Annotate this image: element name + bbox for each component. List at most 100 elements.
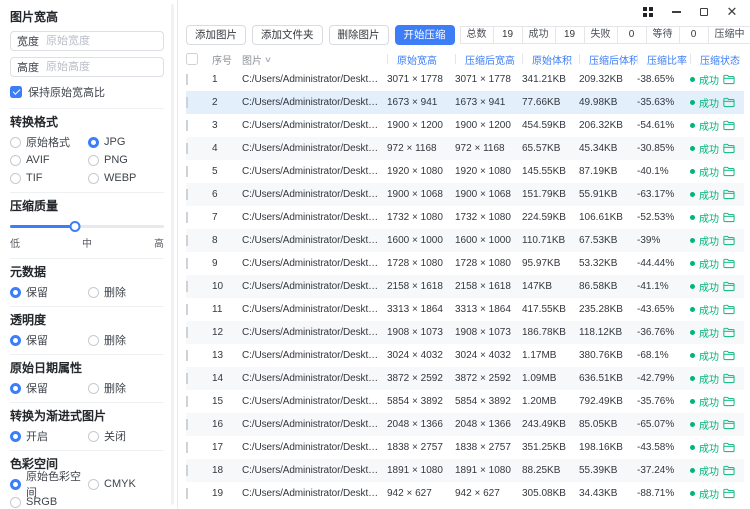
radio-icon[interactable] bbox=[88, 155, 99, 166]
minimize-button[interactable] bbox=[662, 1, 690, 23]
table-row[interactable]: 3C:/Users/Administrator/Desktop/Ashampo.… bbox=[186, 114, 744, 137]
radio-option[interactable]: JPG bbox=[88, 136, 164, 148]
open-folder-icon[interactable] bbox=[723, 327, 735, 338]
row-checkbox[interactable] bbox=[186, 419, 188, 430]
radio-icon[interactable] bbox=[10, 335, 21, 346]
row-checkbox[interactable] bbox=[186, 235, 188, 246]
table-row[interactable]: 5C:/Users/Administrator/Desktop/Ashampo.… bbox=[186, 160, 744, 183]
radio-icon[interactable] bbox=[10, 383, 21, 394]
row-checkbox[interactable] bbox=[186, 74, 188, 85]
radio-option[interactable]: AVIF bbox=[10, 154, 88, 166]
radio-icon[interactable] bbox=[88, 431, 99, 442]
row-checkbox[interactable] bbox=[186, 350, 188, 361]
table-row[interactable]: 12C:/Users/Administrator/Desktop/Ashampo… bbox=[186, 321, 744, 344]
header-ratio[interactable]: 压缩比率 bbox=[637, 52, 690, 67]
width-input[interactable] bbox=[46, 35, 157, 47]
table-row[interactable]: 9C:/Users/Administrator/Desktop/Ashampo.… bbox=[186, 252, 744, 275]
table-row[interactable]: 6C:/Users/Administrator/Desktop/Ashampo.… bbox=[186, 183, 744, 206]
add-folder-button[interactable]: 添加文件夹 bbox=[252, 25, 323, 45]
radio-option[interactable]: 原始色彩空间 bbox=[10, 478, 88, 490]
add-images-button[interactable]: 添加图片 bbox=[186, 25, 246, 45]
table-row[interactable]: 16C:/Users/Administrator/Desktop/Ashampo… bbox=[186, 413, 744, 436]
open-folder-icon[interactable] bbox=[723, 373, 735, 384]
radio-option[interactable]: 原始格式 bbox=[10, 136, 88, 148]
radio-option[interactable]: CMYK bbox=[88, 478, 164, 490]
table-row[interactable]: 14C:/Users/Administrator/Desktop/Ashampo… bbox=[186, 367, 744, 390]
open-folder-icon[interactable] bbox=[723, 419, 735, 430]
row-checkbox[interactable] bbox=[186, 212, 188, 223]
keep-ratio-checkbox[interactable]: 保持原始宽高比 bbox=[10, 84, 164, 100]
header-image[interactable]: 图片 ∨ bbox=[242, 52, 387, 67]
radio-icon[interactable] bbox=[10, 431, 21, 442]
apps-grid-button[interactable] bbox=[634, 1, 662, 23]
table-row[interactable]: 15C:/Users/Administrator/Desktop/Ashampo… bbox=[186, 390, 744, 413]
radio-icon[interactable] bbox=[88, 335, 99, 346]
table-row[interactable]: 18C:/Users/Administrator/Desktop/Ashampo… bbox=[186, 459, 744, 482]
table-row[interactable]: 19C:/Users/Administrator/Desktop/Ashampo… bbox=[186, 482, 744, 505]
open-folder-icon[interactable] bbox=[723, 166, 735, 177]
open-folder-icon[interactable] bbox=[723, 258, 735, 269]
row-checkbox[interactable] bbox=[186, 488, 188, 499]
radio-option[interactable]: 删除 bbox=[88, 286, 164, 298]
table-row[interactable]: 17C:/Users/Administrator/Desktop/Ashampo… bbox=[186, 436, 744, 459]
radio-icon[interactable] bbox=[88, 137, 99, 148]
quality-slider[interactable] bbox=[10, 220, 164, 232]
open-folder-icon[interactable] bbox=[723, 143, 735, 154]
radio-option[interactable]: 删除 bbox=[88, 382, 164, 394]
table-row[interactable]: 13C:/Users/Administrator/Desktop/Ashampo… bbox=[186, 344, 744, 367]
open-folder-icon[interactable] bbox=[723, 74, 735, 85]
open-folder-icon[interactable] bbox=[723, 212, 735, 223]
table-row[interactable]: 4C:/Users/Administrator/Desktop/Ashampo.… bbox=[186, 137, 744, 160]
open-folder-icon[interactable] bbox=[723, 465, 735, 476]
row-checkbox[interactable] bbox=[186, 281, 188, 292]
open-folder-icon[interactable] bbox=[723, 235, 735, 246]
height-input[interactable] bbox=[46, 61, 157, 73]
open-folder-icon[interactable] bbox=[723, 304, 735, 315]
maximize-button[interactable] bbox=[690, 1, 718, 23]
remove-images-button[interactable]: 删除图片 bbox=[329, 25, 389, 45]
table-row[interactable]: 8C:/Users/Administrator/Desktop/Ashampo.… bbox=[186, 229, 744, 252]
radio-icon[interactable] bbox=[88, 383, 99, 394]
radio-option[interactable]: PNG bbox=[88, 154, 164, 166]
radio-option[interactable]: 关闭 bbox=[88, 430, 164, 442]
open-folder-icon[interactable] bbox=[723, 488, 735, 499]
open-folder-icon[interactable] bbox=[723, 281, 735, 292]
radio-option[interactable]: 开启 bbox=[10, 430, 88, 442]
radio-icon[interactable] bbox=[10, 155, 21, 166]
row-checkbox[interactable] bbox=[186, 97, 188, 108]
radio-option[interactable]: TIF bbox=[10, 172, 88, 184]
row-checkbox[interactable] bbox=[186, 304, 188, 315]
row-checkbox[interactable] bbox=[186, 396, 188, 407]
open-folder-icon[interactable] bbox=[723, 189, 735, 200]
radio-icon[interactable] bbox=[10, 287, 21, 298]
table-row[interactable]: 11C:/Users/Administrator/Desktop/Ashampo… bbox=[186, 298, 744, 321]
close-button[interactable]: ✕ bbox=[718, 1, 746, 23]
header-comp-vol[interactable]: 压缩后体积 bbox=[579, 52, 637, 67]
radio-option[interactable]: WEBP bbox=[88, 172, 164, 184]
table-row[interactable]: 2C:/Users/Administrator/Desktop/Ashampo.… bbox=[186, 91, 744, 114]
row-checkbox[interactable] bbox=[186, 166, 188, 177]
row-checkbox[interactable] bbox=[186, 327, 188, 338]
radio-option[interactable]: 保留 bbox=[10, 382, 88, 394]
radio-icon[interactable] bbox=[10, 173, 21, 184]
table-row[interactable]: 10C:/Users/Administrator/Desktop/Ashampo… bbox=[186, 275, 744, 298]
row-checkbox[interactable] bbox=[186, 442, 188, 453]
header-status[interactable]: 压缩状态 bbox=[690, 52, 744, 67]
open-folder-icon[interactable] bbox=[723, 350, 735, 361]
radio-icon[interactable] bbox=[10, 497, 21, 508]
row-checkbox[interactable] bbox=[186, 258, 188, 269]
radio-option[interactable]: 删除 bbox=[88, 334, 164, 346]
open-folder-icon[interactable] bbox=[723, 120, 735, 131]
radio-icon[interactable] bbox=[10, 479, 21, 490]
select-all-checkbox[interactable] bbox=[186, 53, 198, 65]
row-checkbox[interactable] bbox=[186, 120, 188, 131]
open-folder-icon[interactable] bbox=[723, 97, 735, 108]
open-folder-icon[interactable] bbox=[723, 442, 735, 453]
row-checkbox[interactable] bbox=[186, 143, 188, 154]
table-row[interactable]: 7C:/Users/Administrator/Desktop/Ashampo.… bbox=[186, 206, 744, 229]
row-checkbox[interactable] bbox=[186, 373, 188, 384]
row-checkbox[interactable] bbox=[186, 465, 188, 476]
radio-option[interactable]: SRGB bbox=[10, 496, 88, 508]
radio-icon[interactable] bbox=[88, 287, 99, 298]
radio-icon[interactable] bbox=[88, 173, 99, 184]
